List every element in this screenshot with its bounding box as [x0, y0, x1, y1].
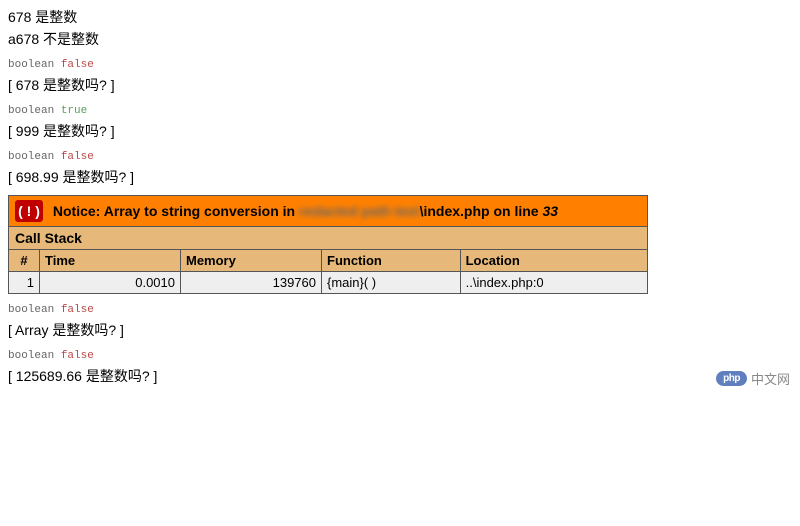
- vardump-type: boolean: [8, 59, 54, 71]
- callstack-header: Call Stack: [9, 227, 648, 250]
- watermark-site: 中文网: [751, 369, 790, 388]
- question-line: [ 698.99 是整数吗? ]: [8, 167, 792, 187]
- vardump-line: boolean false: [8, 350, 792, 362]
- cell-function: {main}( ): [322, 272, 461, 294]
- notice-line-number: 33: [542, 203, 558, 219]
- question-line: [ 125689.66 是整数吗? ]: [8, 366, 792, 386]
- watermark: php 中文网: [716, 369, 790, 388]
- vardump-type: boolean: [8, 105, 54, 117]
- notice-message-suffix: \index.php on line: [420, 203, 543, 219]
- warning-icon: ( ! ): [15, 200, 43, 222]
- col-num-header: #: [9, 250, 40, 272]
- question-line: [ 678 是整数吗? ]: [8, 75, 792, 95]
- vardump-value: false: [61, 151, 94, 163]
- cell-location: ..\index.php:0: [460, 272, 647, 294]
- vardump-value: false: [61, 350, 94, 362]
- question-line: [ 999 是整数吗? ]: [8, 121, 792, 141]
- vardump-type: boolean: [8, 350, 54, 362]
- vardump-line: boolean false: [8, 59, 792, 71]
- notice-message-prefix: Notice: Array to string conversion in: [53, 203, 299, 219]
- col-memory-header: Memory: [181, 250, 322, 272]
- vardump-type: boolean: [8, 151, 54, 163]
- vardump-line: boolean false: [8, 151, 792, 163]
- redacted-path: redacted path text: [299, 203, 420, 219]
- watermark-badge: php: [716, 371, 747, 386]
- cell-memory: 139760: [181, 272, 322, 294]
- table-row: 1 0.0010 139760 {main}( ) ..\index.php:0: [9, 272, 648, 294]
- vardump-value: false: [61, 59, 94, 71]
- vardump-line: boolean true: [8, 105, 792, 117]
- col-function-header: Function: [322, 250, 461, 272]
- vardump-value: true: [61, 105, 87, 117]
- cell-time: 0.0010: [40, 272, 181, 294]
- xdebug-notice-table: ( ! ) Notice: Array to string conversion…: [8, 195, 648, 294]
- vardump-type: boolean: [8, 304, 54, 316]
- output-line: a678 不是整数: [8, 30, 792, 50]
- question-line: [ Array 是整数吗? ]: [8, 320, 792, 340]
- xdebug-notice-header: ( ! ) Notice: Array to string conversion…: [9, 196, 648, 227]
- cell-num: 1: [9, 272, 40, 294]
- col-time-header: Time: [40, 250, 181, 272]
- col-location-header: Location: [460, 250, 647, 272]
- output-line: 678 是整数: [8, 8, 792, 28]
- vardump-value: false: [61, 304, 94, 316]
- vardump-line: boolean false: [8, 304, 792, 316]
